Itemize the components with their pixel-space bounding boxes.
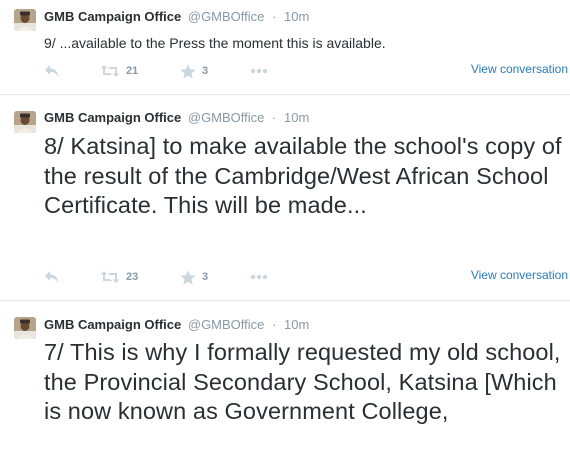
tweet-text: 8/ Katsina] to make available the school…	[44, 133, 562, 218]
more-options-button[interactable]	[250, 63, 268, 79]
tweet-timestamp[interactable]: 10m	[284, 110, 309, 125]
avatar[interactable]	[14, 317, 36, 339]
tweet-header: GMB Campaign Office @GMBOffice · 10m	[44, 317, 309, 333]
tweet-text: 7/ This is why I formally requested my o…	[44, 339, 561, 424]
retweet-count: 21	[126, 65, 139, 77]
tweet-header: GMB Campaign Office @GMBOffice · 10m	[44, 9, 309, 25]
tweet-item[interactable]: GMB Campaign Office @GMBOffice · 10m 9/ …	[0, 0, 570, 94]
tweet-header: GMB Campaign Office @GMBOffice · 10m	[44, 110, 309, 126]
view-conversation-link[interactable]: View conversation	[471, 268, 568, 282]
retweet-button[interactable]: 21	[100, 63, 138, 79]
tweet-actions: 23 3 View conversation	[44, 268, 568, 285]
favorite-star-icon	[180, 270, 196, 284]
separator-dot: ·	[272, 9, 277, 24]
avatar[interactable]	[14, 111, 36, 133]
separator-dot: ·	[272, 317, 277, 332]
author-handle[interactable]: @GMBOffice	[188, 9, 265, 24]
tweet-item[interactable]: GMB Campaign Office @GMBOffice · 10m 8/ …	[0, 94, 570, 300]
tweet-timestamp[interactable]: 10m	[284, 317, 309, 332]
favorite-button[interactable]: 3	[180, 269, 208, 285]
avatar[interactable]	[14, 9, 36, 31]
tweet-text: 9/ ...available to the Press the moment …	[44, 35, 386, 51]
reply-icon	[45, 271, 59, 283]
author-handle[interactable]: @GMBOffice	[188, 317, 265, 332]
favorite-star-icon	[180, 64, 196, 78]
retweet-icon	[100, 271, 120, 283]
author-name[interactable]: GMB Campaign Office	[44, 9, 181, 24]
reply-button[interactable]	[44, 63, 60, 79]
view-conversation-link[interactable]: View conversation	[471, 62, 568, 76]
author-name[interactable]: GMB Campaign Office	[44, 317, 181, 332]
retweet-button[interactable]: 23	[100, 269, 138, 285]
tweet-actions: 21 3 View conversation	[44, 62, 568, 79]
more-dots-icon	[250, 68, 268, 74]
tweet-timestamp[interactable]: 10m	[284, 9, 309, 24]
more-options-button[interactable]	[250, 269, 268, 285]
reply-button[interactable]	[44, 269, 60, 285]
separator-dot: ·	[272, 110, 277, 125]
retweet-count: 23	[126, 271, 139, 283]
favorite-count: 3	[202, 271, 209, 283]
more-dots-icon	[250, 274, 268, 280]
favorite-button[interactable]: 3	[180, 63, 208, 79]
retweet-icon	[100, 65, 120, 77]
author-name[interactable]: GMB Campaign Office	[44, 110, 181, 125]
favorite-count: 3	[202, 65, 209, 77]
reply-icon	[45, 65, 59, 77]
author-handle[interactable]: @GMBOffice	[188, 110, 265, 125]
tweet-item[interactable]: GMB Campaign Office @GMBOffice · 10m 7/ …	[0, 300, 570, 473]
